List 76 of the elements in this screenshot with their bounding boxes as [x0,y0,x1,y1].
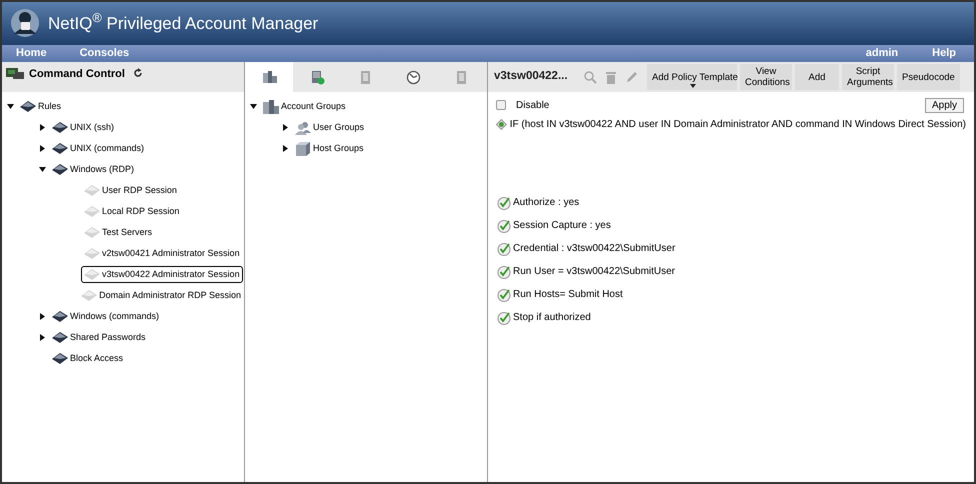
diamond-icon [52,142,68,154]
apply-button[interactable]: Apply [924,98,964,112]
action-text: Session Capture : yes [513,219,611,233]
tree-item[interactable]: Host Groups [292,140,367,157]
tree-item[interactable]: UNIX (ssh) [49,119,118,136]
collapse-arrow-icon[interactable] [7,103,14,110]
expand-arrow-icon[interactable] [282,124,289,131]
condition-text: IF (host IN v3tsw00422 AND user IN Domain Administrator AND command IN Windows Direct Session) [510,118,966,132]
rule-title: v3tsw00422... [494,69,569,84]
toolbar-button[interactable]: Script Arguments [842,64,894,90]
checkbox[interactable] [496,100,506,110]
check-circle-icon [497,242,511,256]
tree-item[interactable]: Rules [17,98,64,115]
expand-arrow-icon[interactable] [282,145,289,152]
check-circle-icon [497,288,511,302]
collapse-arrow-icon[interactable] [39,166,46,173]
toolbar-button[interactable]: Add Policy Template [647,64,737,90]
tab[interactable] [245,62,293,92]
tree-item[interactable]: Domain Administrator RDP Session [78,287,244,304]
action-text: Run Hosts= Submit Host [513,288,623,302]
computer-icon [5,66,25,80]
action-text: Credential : v3tsw00422\SubmitUser [513,242,676,256]
menu-item[interactable]: Home [16,45,47,62]
users-icon [295,120,311,134]
tree-item[interactable]: v3tsw00422 Administrator Session [81,266,243,283]
server-icon [295,142,311,156]
action-text: Run User = v3tsw00422\SubmitUser [513,265,676,279]
toolbar-button[interactable]: Add [795,64,839,90]
app-title: NetIQ$^{®}$ Privileged Account Manager [48,10,318,35]
clock-icon [406,70,420,84]
tree-item[interactable]: Test Servers [81,224,156,241]
tree-item[interactable]: Account Groups [260,98,349,115]
menu-item[interactable]: Consoles [80,45,130,62]
menu-item[interactable]: Help [932,45,956,62]
tree-item[interactable]: Windows (RDP) [49,161,138,178]
tree-item[interactable]: Windows (commands) [49,308,162,325]
tree-item[interactable]: Shared Passwords [49,329,149,346]
expand-arrow-icon[interactable] [39,313,46,320]
diamond-icon [20,100,36,112]
diamond-icon [84,248,100,260]
diamond-icon [84,268,100,280]
diamond-icon [84,226,100,238]
diamond-icon [84,184,100,196]
diamond-icon [52,164,68,176]
diamond-icon [84,206,100,218]
menu-item[interactable]: admin [866,45,898,62]
diamond-icon [52,352,68,364]
tree-item[interactable]: UNIX (commands) [49,140,148,157]
check-circle-icon [497,196,511,210]
refresh-icon[interactable] [132,68,143,78]
toolbar-button[interactable]: View Conditions [740,64,792,90]
books-icon [262,70,276,84]
toolbar-button[interactable]: Pseudocode [897,64,960,90]
diamond-icon [81,290,98,302]
diamond-icon [52,310,68,322]
diamond-icon [52,122,68,134]
expand-arrow-icon[interactable] [39,334,46,341]
check-circle-icon [497,264,511,278]
collapse-arrow-icon[interactable] [250,103,257,110]
checkbox-label: Disable [516,98,550,112]
tree-item[interactable]: Block Access [49,350,126,367]
action-text: Stop if authorized [513,311,591,325]
tree-item[interactable]: User Groups [292,119,368,136]
tree-item[interactable]: Local RDP Session [81,203,182,220]
tree-item[interactable]: User RDP Session [81,182,180,199]
expand-arrow-icon[interactable] [39,124,46,131]
check-circle-icon [497,310,511,324]
check-circle-icon [497,218,511,232]
tree-item[interactable]: v2tsw00421 Administrator Session [81,245,243,262]
action-text: Authorize : yes [513,196,580,210]
question-diamond-icon [496,118,507,130]
expand-arrow-icon[interactable] [39,145,46,152]
panel-title: Command Control [29,67,125,82]
diamond-icon [52,332,68,344]
caret-icon [690,84,696,88]
books-icon [263,100,279,114]
